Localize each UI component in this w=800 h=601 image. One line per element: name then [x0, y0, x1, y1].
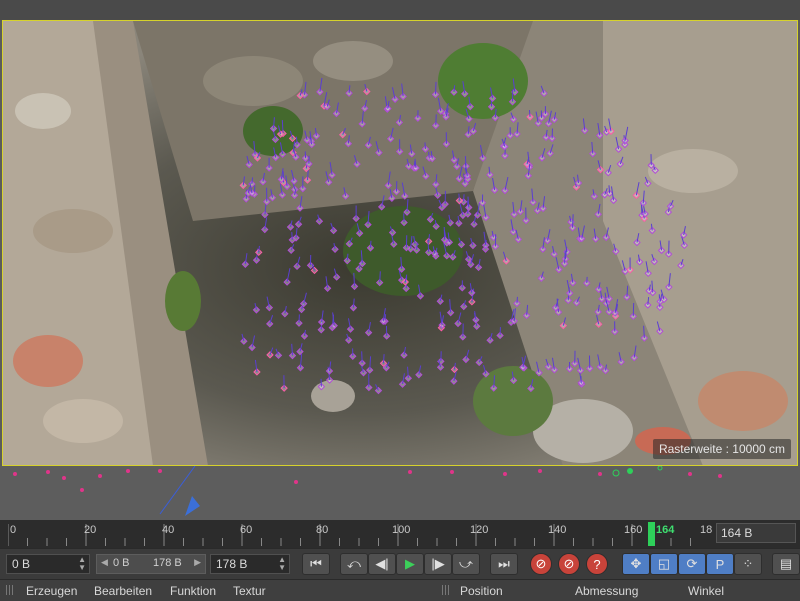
tracker-path — [296, 137, 297, 145]
tracker-path — [529, 110, 530, 117]
panel-grip-icon[interactable] — [442, 585, 451, 595]
tracker-path — [573, 214, 574, 228]
menu-bar: Erzeugen Bearbeiten Funktion Textur Posi… — [0, 579, 800, 601]
move-icon: ✥ — [631, 556, 642, 572]
record-button[interactable]: ⊘ — [530, 553, 552, 575]
tracker-path — [609, 185, 610, 193]
scale-icon: ◱ — [658, 556, 670, 572]
autokey-icon: ⊘ — [564, 556, 575, 572]
panel-winkel-header: Winkel — [688, 584, 724, 598]
tick-label: 140 — [548, 524, 566, 536]
stepper-arrows-icon[interactable]: ▲▼ — [78, 556, 86, 572]
next-frame-button[interactable]: |▶ — [424, 553, 452, 575]
question-icon: ? — [593, 557, 600, 572]
panel-position-header: Position — [460, 584, 503, 598]
viewport-3d[interactable]: Rasterweite : 10000 cm — [0, 20, 800, 520]
points-icon: ⁘ — [743, 556, 754, 572]
background-photo — [3, 21, 798, 466]
range-start-value: 0 B — [113, 557, 130, 569]
transport-bar: 0 B ▲▼ ◀ 0 B 178 B ▶ 178 B ▲▼ ⏮ ⤺ ◀| ▶ |… — [0, 548, 800, 579]
move-key-button[interactable]: ✥ — [622, 553, 650, 575]
end-frame-value: 178 B — [216, 557, 247, 571]
range-end-value: 178 B — [153, 557, 182, 569]
tracker-path — [380, 271, 381, 282]
point-level-button[interactable]: ⁘ — [734, 553, 762, 575]
tracker-path — [644, 326, 645, 338]
menu-funktion[interactable]: Funktion — [170, 584, 216, 598]
tracker-path — [425, 142, 426, 149]
skip-forward-icon: ⏭ — [498, 556, 510, 572]
go-to-end-button[interactable]: ⏭ — [490, 553, 518, 575]
playhead[interactable] — [648, 522, 655, 546]
track-dots — [0, 466, 800, 520]
current-frame-field[interactable]: 164 B — [716, 523, 796, 543]
viewport-lower-area — [0, 466, 800, 520]
start-frame-value: 0 B — [12, 557, 30, 571]
panel-grip-icon[interactable] — [6, 585, 15, 595]
tracker-path — [517, 297, 518, 304]
timeline[interactable]: 0 20 40 60 80 100 120 140 160 18 164 164… — [0, 520, 800, 548]
go-to-start-button[interactable]: ⏮ — [302, 553, 330, 575]
grid-spacing-label: Rasterweite : 10000 cm — [653, 439, 791, 459]
tracker-path — [252, 177, 253, 184]
tick-label: 80 — [316, 524, 328, 536]
start-frame-field[interactable]: 0 B ▲▼ — [6, 554, 90, 574]
previous-frame-button[interactable]: ◀| — [368, 553, 396, 575]
tracker-path — [354, 273, 355, 286]
tick-label: 18 — [700, 524, 712, 536]
menu-textur[interactable]: Textur — [233, 584, 266, 598]
tick-label: 160 — [624, 524, 642, 536]
film-icon: ▤ — [780, 556, 792, 572]
help-button[interactable]: ? — [586, 553, 608, 575]
play-button[interactable]: ▶ — [396, 553, 424, 575]
tracker-path — [565, 251, 566, 264]
tick-label: 60 — [240, 524, 252, 536]
tracker-path — [347, 254, 348, 261]
next-key-icon: ⤻ — [459, 556, 473, 572]
end-frame-field[interactable]: 178 B ▲▼ — [210, 554, 290, 574]
tracker-path — [429, 152, 430, 158]
tick-label: 100 — [392, 524, 410, 536]
parameter-icon: P — [716, 557, 725, 572]
next-key-button[interactable]: ⤻ — [452, 553, 480, 575]
tick-label: 20 — [84, 524, 96, 536]
tracker-path — [435, 220, 436, 226]
filmstrip-button[interactable]: ▤ — [772, 553, 800, 575]
stepper-arrows-icon[interactable]: ▲▼ — [278, 556, 286, 572]
autokey-button[interactable]: ⊘ — [558, 553, 580, 575]
record-icon: ⊘ — [536, 556, 547, 572]
rotate-icon: ⟳ — [687, 556, 698, 572]
ruler-ticks — [8, 522, 708, 546]
top-bar — [0, 0, 800, 20]
tracker-path — [454, 85, 455, 92]
tick-label: 40 — [162, 524, 174, 536]
camera-frame: Rasterweite : 10000 cm — [2, 20, 798, 466]
tracker-path — [383, 354, 384, 363]
menu-bearbeiten[interactable]: Bearbeiten — [94, 584, 152, 598]
menu-erzeugen[interactable]: Erzeugen — [26, 584, 77, 598]
tracker-path — [362, 351, 363, 363]
preview-range-slider[interactable]: ◀ 0 B 178 B ▶ — [96, 554, 206, 574]
previous-key-button[interactable]: ⤺ — [340, 553, 368, 575]
tick-label: 0 — [10, 524, 16, 536]
prev-key-icon: ⤺ — [347, 556, 361, 572]
skip-back-icon: ⏮ — [310, 556, 322, 572]
tracker-path — [417, 243, 418, 251]
prev-frame-icon: ◀| — [375, 556, 388, 572]
tick-label: 120 — [470, 524, 488, 536]
tracker-path — [259, 246, 260, 252]
parameter-key-button[interactable]: P — [706, 553, 734, 575]
range-right-arrow-icon[interactable]: ▶ — [194, 557, 201, 568]
timeline-ruler[interactable]: 0 20 40 60 80 100 120 140 160 18 164 — [8, 522, 708, 546]
panel-abmessung-header: Abmessung — [575, 584, 638, 598]
range-left-arrow-icon[interactable]: ◀ — [101, 557, 108, 568]
play-icon: ▶ — [405, 556, 415, 572]
next-frame-icon: |▶ — [431, 556, 444, 572]
current-frame-label: 164 — [656, 524, 674, 536]
rotate-key-button[interactable]: ⟳ — [678, 553, 706, 575]
scale-key-button[interactable]: ◱ — [650, 553, 678, 575]
